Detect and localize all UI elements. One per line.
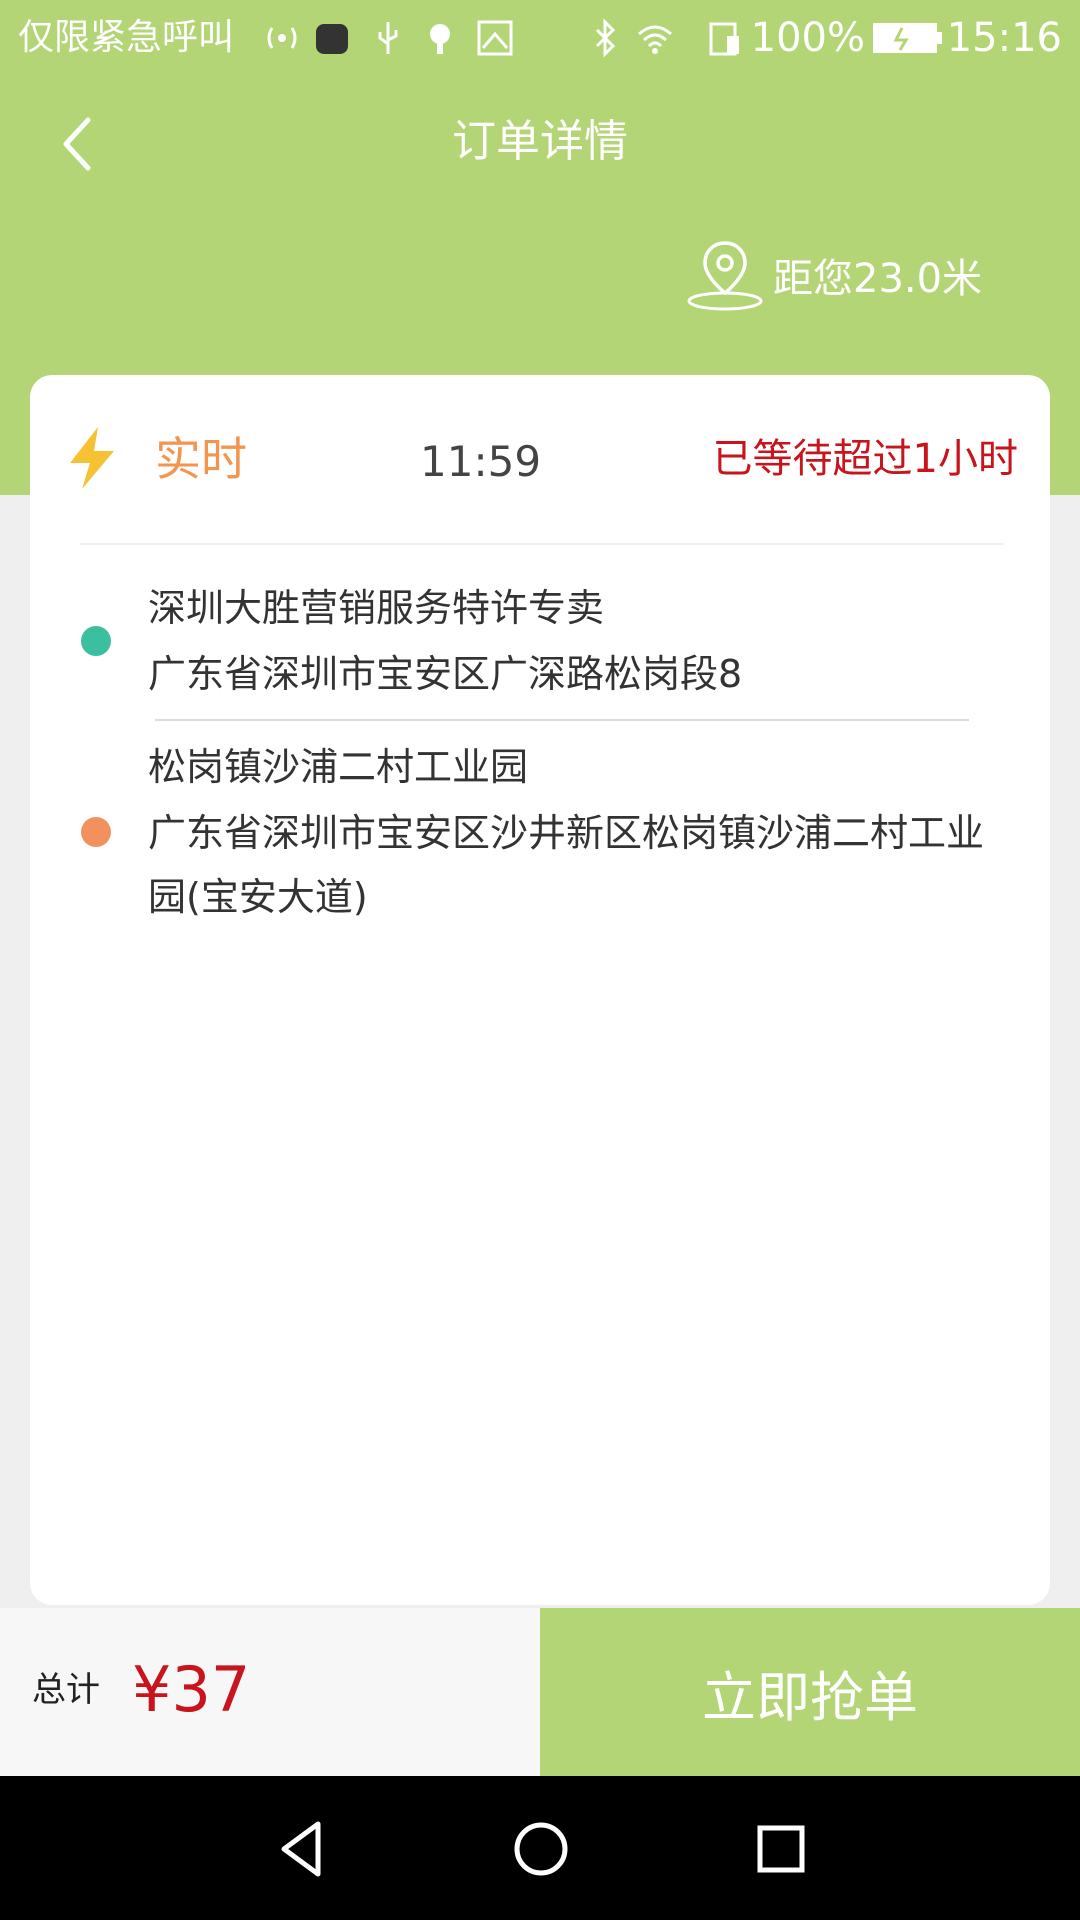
total-label: 总计: [32, 1670, 100, 1710]
clock: 15:16: [946, 15, 1062, 61]
order-card: [30, 375, 1050, 1605]
lightning-icon: [70, 427, 114, 489]
carrier-text: 仅限紧急呼叫: [18, 17, 235, 58]
start-address: 广东省深圳市宝安区广深路松岗段8: [148, 652, 743, 696]
sim-icon: [709, 22, 739, 56]
divider: [80, 543, 1004, 545]
wifi-icon: [638, 25, 672, 54]
price: ¥37: [132, 1653, 251, 1726]
usb-icon: [378, 22, 398, 54]
waiting-status: 已等待超过1小时: [712, 436, 1018, 482]
divider: [155, 719, 969, 721]
end-name: 松岗镇沙浦二村工业园: [148, 745, 529, 789]
back-triangle-icon[interactable]: [268, 1814, 338, 1884]
status-bar: 仅限紧急呼叫 100% 15:16: [0, 0, 1080, 76]
grab-order-label: 立即抢单: [702, 1665, 918, 1729]
distance-indicator: 距您23.0米: [685, 235, 982, 315]
app-icon: [316, 24, 348, 54]
page-title: 订单详情: [452, 116, 628, 167]
signal-icon: [267, 27, 297, 49]
order-time: 11:59: [420, 437, 542, 486]
home-circle-icon[interactable]: [506, 1814, 576, 1884]
bluetooth-icon: [595, 18, 616, 58]
android-icon: [430, 24, 450, 54]
start-name: 深圳大胜营销服务特许专卖: [148, 586, 605, 630]
distance-text: 距您23.0米: [773, 256, 983, 302]
order-type: 实时: [155, 432, 247, 486]
end-address: 广东省深圳市宝安区沙井新区松岗镇沙浦二村工业园(宝安大道): [148, 811, 985, 919]
image-icon: [477, 20, 513, 56]
battery-percent: 100%: [750, 15, 865, 61]
recents-square-icon[interactable]: [746, 1814, 816, 1884]
battery-icon: [873, 23, 942, 53]
location-pin-icon: [687, 241, 763, 311]
grab-order-button[interactable]: 立即抢单: [540, 1608, 1080, 1776]
start-point-dot: [81, 626, 111, 656]
end-point-dot: [81, 817, 111, 847]
